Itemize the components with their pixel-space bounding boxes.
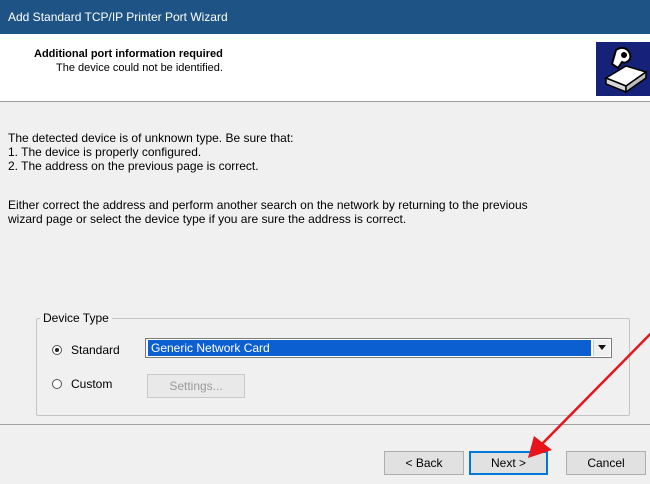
printer-wizard-icon bbox=[596, 42, 650, 96]
wizard-header: Additional port information required The… bbox=[0, 34, 650, 102]
custom-radio[interactable] bbox=[52, 379, 62, 389]
wizard-content: The detected device is of unknown type. … bbox=[0, 102, 650, 424]
radio-selected-dot bbox=[55, 348, 59, 352]
message-line: 2. The address on the previous page is c… bbox=[8, 159, 259, 173]
device-type-select-value: Generic Network Card bbox=[148, 340, 591, 356]
next-button[interactable]: Next > bbox=[469, 451, 548, 475]
header-subtitle: The device could not be identified. bbox=[56, 62, 223, 74]
instruction-line: Either correct the address and perform a… bbox=[8, 198, 528, 212]
window-title: Add Standard TCP/IP Printer Port Wizard bbox=[8, 10, 228, 24]
dropdown-arrow-icon[interactable] bbox=[593, 340, 610, 356]
standard-radio[interactable] bbox=[52, 345, 62, 355]
device-type-legend: Device Type bbox=[40, 311, 112, 325]
header-title: Additional port information required bbox=[34, 48, 223, 60]
instruction-line: wizard page or select the device type if… bbox=[8, 212, 407, 226]
cancel-button[interactable]: Cancel bbox=[566, 451, 646, 475]
settings-button[interactable]: Settings... bbox=[147, 374, 245, 398]
device-type-group bbox=[36, 318, 630, 416]
title-bar[interactable]: Add Standard TCP/IP Printer Port Wizard bbox=[0, 0, 650, 34]
device-type-select[interactable]: Generic Network Card bbox=[145, 338, 612, 358]
wizard-footer: < Back Next > Cancel bbox=[0, 424, 650, 484]
back-button[interactable]: < Back bbox=[384, 451, 464, 475]
message-line: The detected device is of unknown type. … bbox=[8, 131, 294, 145]
custom-radio-label[interactable]: Custom bbox=[71, 377, 112, 391]
message-line: 1. The device is properly configured. bbox=[8, 145, 202, 159]
standard-radio-label[interactable]: Standard bbox=[71, 343, 120, 357]
